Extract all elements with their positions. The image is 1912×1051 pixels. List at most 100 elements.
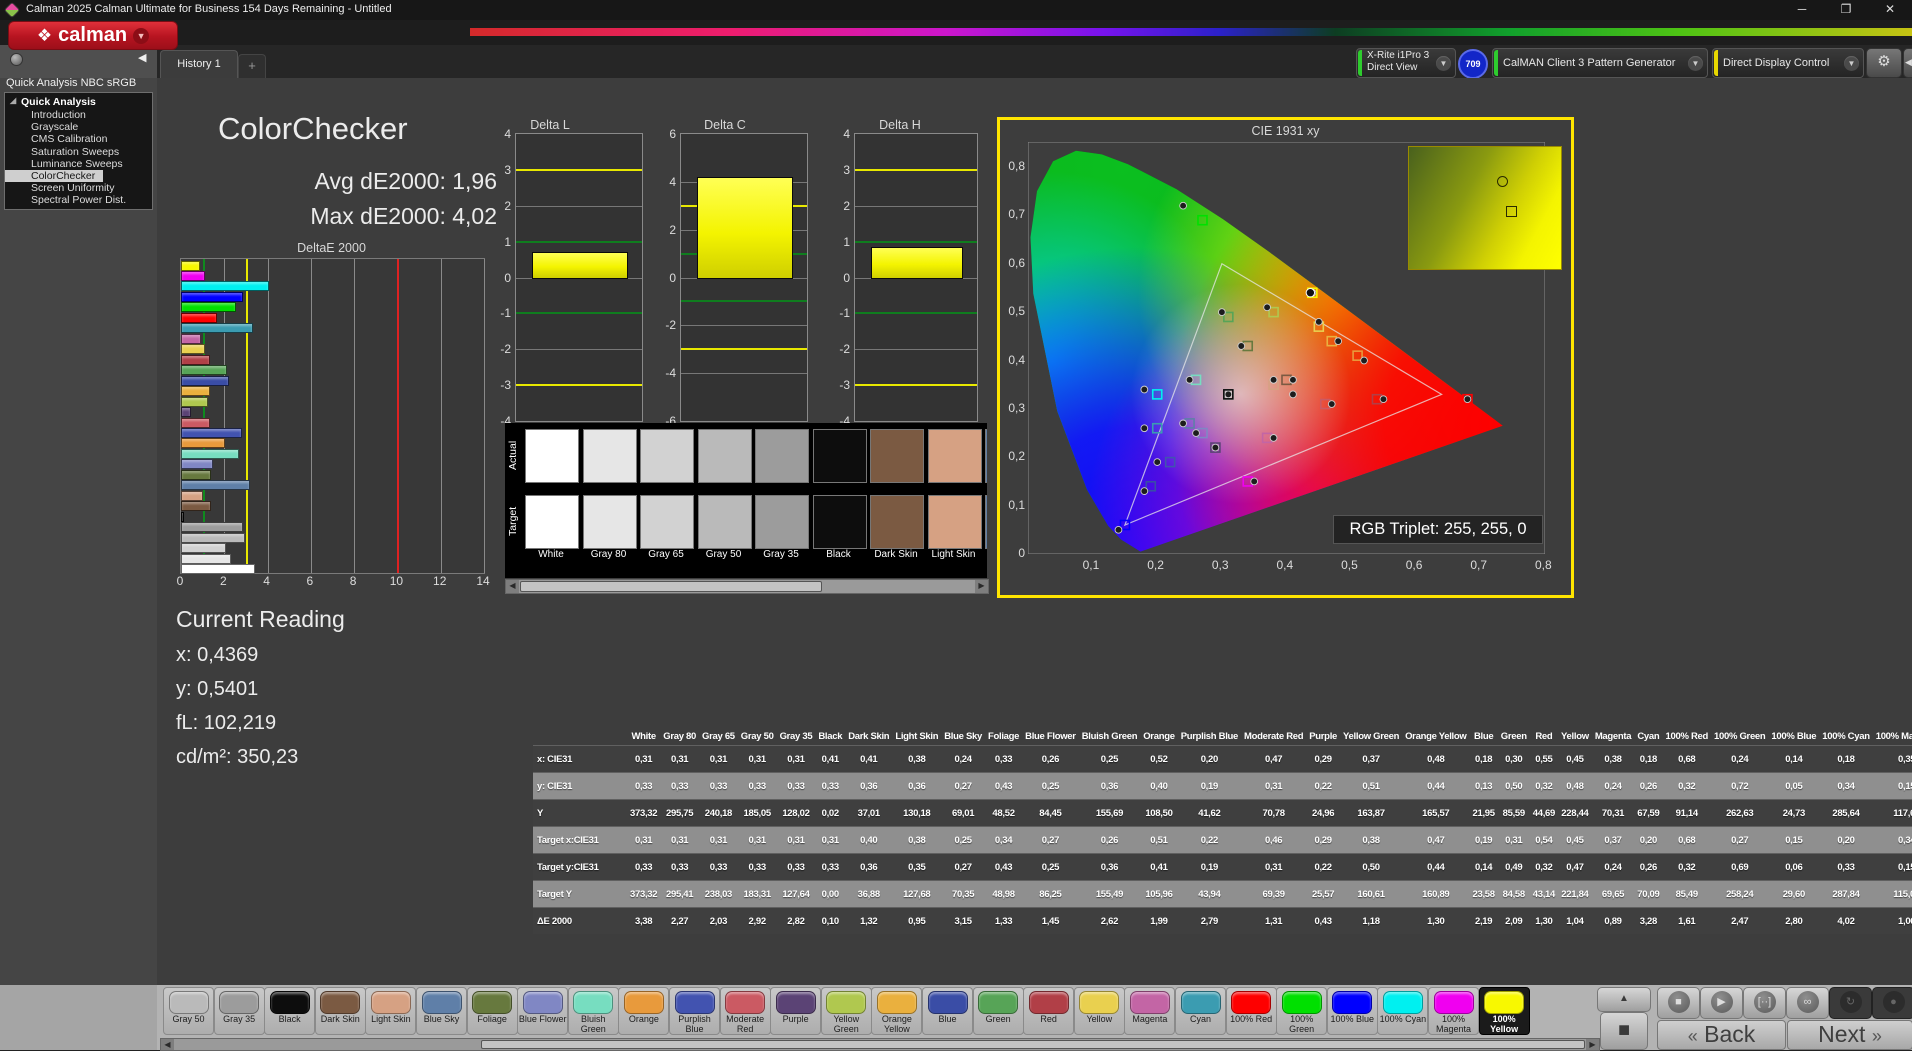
scroll-right-icon[interactable]: ▶: [1586, 1039, 1599, 1050]
tree-expander-icon[interactable]: ◢: [10, 96, 16, 105]
transport-button-1[interactable]: ▶: [1700, 987, 1743, 1019]
target-swatch-5: [812, 495, 867, 549]
colorspace-badge[interactable]: 709: [1458, 49, 1488, 79]
measured-marker-magenta: [1269, 434, 1278, 442]
table-cell: 155,69: [1078, 799, 1141, 827]
pattern-tile-bluish-green[interactable]: Bluish Green: [567, 987, 619, 1035]
chevron-down-icon[interactable]: ▼: [1688, 56, 1703, 71]
pattern-tile-100-cyan[interactable]: 100% Cyan: [1377, 987, 1429, 1035]
table-cell: 0,15: [1872, 772, 1912, 800]
pattern-tile-blue-sky[interactable]: Blue Sky: [416, 987, 467, 1035]
pattern-tile-yellow-green[interactable]: Yellow Green: [820, 987, 872, 1035]
gear-icon[interactable]: ⚙: [1866, 48, 1902, 78]
calman-menu-button[interactable]: ❖ calman ▼: [8, 21, 178, 50]
sidebar-item-screen-uniformity[interactable]: Screen Uniformity: [5, 182, 152, 194]
sidebar-item-saturation-sweeps[interactable]: Saturation Sweeps: [5, 146, 152, 158]
table-cell: 85,49: [1662, 880, 1712, 908]
transport-button-2[interactable]: [··]: [1743, 987, 1786, 1019]
pattern-tile-100-magenta[interactable]: 100% Magenta: [1428, 987, 1479, 1035]
table-cell: 0,47: [1241, 745, 1307, 773]
pattern-tile-yellow[interactable]: Yellow: [1073, 987, 1125, 1035]
pattern-chip: [1281, 991, 1322, 1014]
pattern-label: Orange Yellow: [881, 1014, 912, 1034]
chevron-down-icon[interactable]: ▼: [1844, 56, 1859, 71]
swatch-scrollbar[interactable]: ◀ ▶: [505, 579, 989, 594]
close-button[interactable]: ✕: [1868, 0, 1912, 20]
scroll-right-icon[interactable]: ▶: [975, 580, 988, 593]
sidebar-item-cms-calibration[interactable]: CMS Calibration: [5, 133, 152, 145]
scrollbar-thumb[interactable]: [520, 581, 822, 592]
pattern-label: Bluish Green: [580, 1014, 606, 1034]
measured-marker-foliage: [1237, 342, 1246, 350]
tab-history-1[interactable]: History 1: [160, 50, 238, 79]
table-corner: [533, 730, 627, 746]
meter-dropdown[interactable]: X-Rite i1Pro 3 Direct View ▼: [1356, 48, 1456, 78]
transport-button-3[interactable]: ∞: [1786, 987, 1829, 1019]
actual-swatch-5: [812, 429, 867, 483]
pattern-tile-magenta[interactable]: Magenta: [1124, 987, 1176, 1035]
pattern-tile-100-blue[interactable]: 100% Blue: [1326, 987, 1378, 1035]
table-cell: 258,24: [1711, 880, 1769, 908]
pattern-tile-100-red[interactable]: 100% Red: [1225, 987, 1277, 1035]
tree-parent-quick-analysis[interactable]: ◢ Quick Analysis: [5, 93, 152, 109]
cie-1931-panel[interactable]: CIE 1931 xy 0 0,1 0,2 0,3 0,4 0,5 0,6 0,…: [997, 117, 1574, 598]
pattern-tile-orange[interactable]: Orange: [618, 987, 670, 1035]
pattern-generator-dropdown[interactable]: CalMAN Client 3 Pattern Generator ▼: [1492, 48, 1708, 78]
delta-y-tick: -1: [500, 306, 511, 321]
table-cell: 0,26: [1634, 772, 1663, 800]
add-tab-button[interactable]: +: [238, 54, 266, 79]
scrollbar-thumb[interactable]: [481, 1040, 1585, 1049]
logo-dropdown-icon[interactable]: ▼: [133, 27, 150, 44]
transport-button-0[interactable]: ■: [1657, 987, 1700, 1019]
sidebar-item-colorchecker[interactable]: ColorChecker: [5, 170, 103, 183]
display-control-dropdown[interactable]: Direct Display Control ▼: [1712, 48, 1864, 78]
pattern-list-up-button[interactable]: ▲: [1597, 987, 1651, 1012]
pattern-tile-gray-50[interactable]: Gray 50: [163, 987, 214, 1035]
status-dot-icon[interactable]: [10, 53, 23, 66]
pattern-chip: [623, 991, 664, 1014]
pattern-tile-moderate-red[interactable]: Moderate Red: [719, 987, 771, 1035]
column-header: Yellow Green: [1343, 731, 1400, 742]
pattern-scrollbar[interactable]: ◀ ▶: [160, 1038, 1600, 1051]
minimize-button[interactable]: ─: [1780, 0, 1824, 20]
deltae-x-tick: 14: [476, 574, 490, 588]
sidebar-item-introduction[interactable]: Introduction: [5, 109, 152, 121]
pattern-tile-cyan[interactable]: Cyan: [1175, 987, 1226, 1035]
row-label: Target Y: [533, 880, 627, 908]
pattern-tile-orange-yellow[interactable]: Orange Yellow: [871, 987, 923, 1035]
scroll-left-icon[interactable]: ◀: [506, 580, 519, 593]
pattern-tile-100-green[interactable]: 100% Green: [1276, 987, 1328, 1035]
table-cell: 0,33: [776, 853, 816, 881]
sidebar-item-spectral-power-dist-[interactable]: Spectral Power Dist.: [5, 194, 152, 206]
back-button[interactable]: « Back: [1657, 1020, 1786, 1050]
scroll-left-icon[interactable]: ◀: [161, 1039, 174, 1050]
transport-button-4[interactable]: ↻: [1829, 987, 1872, 1019]
transport-button-5[interactable]: ●: [1872, 987, 1912, 1019]
maximize-button[interactable]: ❐: [1824, 0, 1868, 20]
delta-gridline: [516, 349, 642, 351]
pattern-tile-blue[interactable]: Blue: [922, 987, 973, 1035]
chevron-down-icon[interactable]: ▼: [1436, 56, 1451, 71]
collapse-toolbar-button[interactable]: ◀: [1903, 48, 1912, 78]
next-button[interactable]: Next »: [1787, 1020, 1912, 1050]
pattern-tile-red[interactable]: Red: [1023, 987, 1075, 1035]
delta-y-tick: 4: [669, 174, 676, 189]
pattern-tile-purplish-blue[interactable]: Purplish Blue: [669, 987, 720, 1035]
stop-pattern-button[interactable]: ■: [1600, 1012, 1648, 1050]
sidebar-item-luminance-sweeps[interactable]: Luminance Sweeps: [5, 158, 152, 170]
cie-y-tick: 0,5: [1008, 304, 1025, 319]
pattern-tile-dark-skin[interactable]: Dark Skin: [314, 987, 366, 1035]
sidebar-collapse-icon[interactable]: ◀: [138, 51, 146, 64]
pattern-tile-blue-flower[interactable]: Blue Flower: [517, 987, 569, 1035]
calman-diamond-icon: ❖: [36, 25, 53, 45]
pattern-tile-light-skin[interactable]: Light Skin: [365, 987, 417, 1035]
pattern-tile-100-yellow[interactable]: 100% Yellow: [1478, 987, 1530, 1035]
pattern-tile-black[interactable]: Black: [264, 987, 316, 1035]
pattern-tile-foliage[interactable]: Foliage: [466, 987, 518, 1035]
pattern-tile-purple[interactable]: Purple: [770, 987, 822, 1035]
pattern-tile-gray-35[interactable]: Gray 35: [213, 987, 265, 1035]
delta-gridline: [855, 349, 977, 351]
pattern-tile-green[interactable]: Green: [972, 987, 1024, 1035]
table-cell: 127,68: [892, 880, 942, 908]
sidebar-item-grayscale[interactable]: Grayscale: [5, 121, 152, 133]
